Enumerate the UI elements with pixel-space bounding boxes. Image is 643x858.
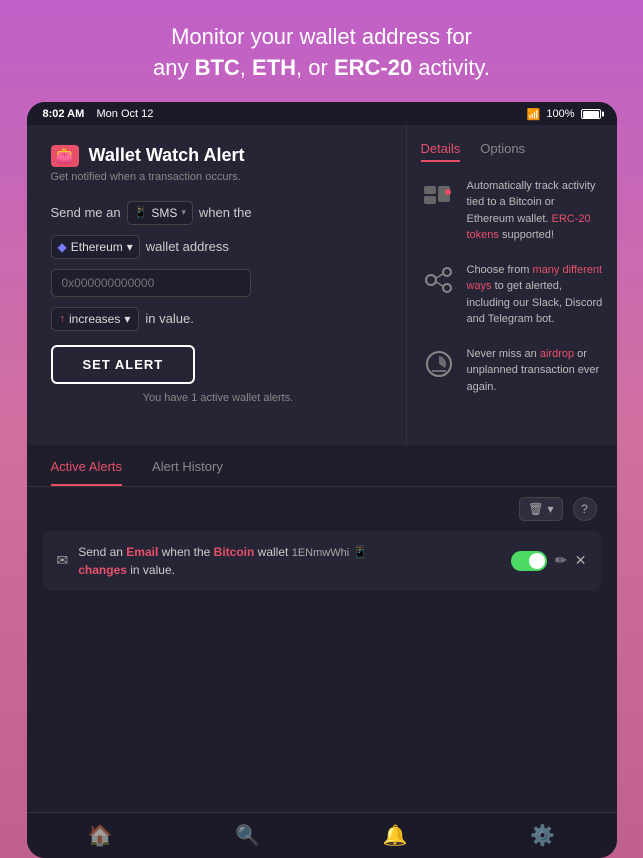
feature-icon-btc-eth <box>421 178 457 214</box>
increases-select[interactable]: ↑ increases ▾ <box>51 307 140 331</box>
wifi-icon: 📶 <box>527 108 541 121</box>
tab-alert-history[interactable]: Alert History <box>152 459 223 486</box>
increases-chevron: ▾ <box>124 312 130 326</box>
form-row-4: ↑ increases ▾ in value. <box>51 307 386 331</box>
nav-settings[interactable]: ⚙️ <box>530 823 555 848</box>
battery-bar <box>581 109 601 119</box>
lower-panel: Active Alerts Alert History 🗑 ▾ ? ✉ Send… <box>27 445 617 812</box>
header-eth: ETH <box>252 55 296 80</box>
sms-select[interactable]: 📱 SMS ▾ <box>127 201 193 225</box>
active-alerts-text: You have 1 active wallet alerts. <box>51 392 386 404</box>
feature-text-1: Automatically track activity tied to a B… <box>467 178 603 244</box>
alert-in-value-text: in value. <box>127 563 175 577</box>
wallet-icon <box>51 145 79 167</box>
battery-fill <box>583 111 599 118</box>
up-arrow-icon: ↑ <box>60 313 66 325</box>
alert-delete-btn[interactable]: ✕ <box>575 552 587 569</box>
address-input[interactable] <box>51 269 251 297</box>
header-erc20: ERC-20 <box>334 55 412 80</box>
status-date: Mon Oct 12 <box>97 108 154 120</box>
tab-active-alerts[interactable]: Active Alerts <box>51 459 123 486</box>
feature-text-3: Never miss an airdrop or unplanned trans… <box>467 346 603 396</box>
alert-changes-label: changes <box>78 563 127 577</box>
top-header: Monitor your wallet address for any BTC,… <box>113 0 530 102</box>
feature-item-3: Never miss an airdrop or unplanned trans… <box>421 346 603 396</box>
nav-alerts[interactable]: 🔔 <box>383 823 408 848</box>
delete-chevron: ▾ <box>547 502 553 516</box>
app-subtitle: Get notified when a transaction occurs. <box>51 171 386 183</box>
tab-details[interactable]: Details <box>421 141 461 162</box>
when-the-label: when the <box>199 205 252 220</box>
alert-when-text: when the <box>158 545 213 559</box>
battery-percent: 100% <box>546 108 574 120</box>
feature-item-1: Automatically track activity tied to a B… <box>421 178 603 244</box>
sms-chevron: ▾ <box>181 207 186 218</box>
set-alert-button[interactable]: SET ALERT <box>51 345 196 384</box>
send-label: Send me an <box>51 205 121 220</box>
feature-text-2: Choose from many different ways to get a… <box>467 262 603 328</box>
app-title: Wallet Watch Alert <box>89 145 245 166</box>
sms-icon: 📱 <box>134 206 148 219</box>
feature-icon-ways <box>421 262 457 298</box>
alert-icon-inline: 📱 <box>353 545 368 559</box>
alert-edit-btn[interactable]: ✏ <box>555 552 567 569</box>
header-line2-prefix: any <box>153 55 195 80</box>
alert-send-text: Send an <box>78 545 126 559</box>
form-row-2: ◆ Ethereum ▾ wallet address <box>51 235 386 259</box>
device-frame: 8:02 AM Mon Oct 12 📶 100% Wallet Watch A… <box>27 102 617 858</box>
alerts-toolbar: 🗑 ▾ ? <box>27 487 617 531</box>
in-value-label: in value. <box>145 311 193 326</box>
alert-controls: ✏ ✕ <box>511 551 586 571</box>
app-content: Wallet Watch Alert Get notified when a t… <box>27 125 617 858</box>
delete-toolbar-btn[interactable]: 🗑 ▾ <box>519 497 562 521</box>
wallet-address-label: wallet address <box>146 239 229 254</box>
ways-link[interactable]: many different ways <box>467 264 603 293</box>
alert-toggle[interactable] <box>511 551 547 571</box>
status-bar: 8:02 AM Mon Oct 12 📶 100% <box>27 102 617 125</box>
right-panel: Details Options Automatically track acti <box>407 125 617 445</box>
lower-tabs: Active Alerts Alert History <box>27 445 617 487</box>
nav-search[interactable]: 🔍 <box>235 823 260 848</box>
upper-panel: Wallet Watch Alert Get notified when a t… <box>27 125 617 445</box>
email-icon: ✉ <box>57 552 69 569</box>
eth-chevron: ▾ <box>127 240 133 254</box>
alert-email-label: Email <box>126 545 158 559</box>
delete-icon: 🗑 <box>528 502 543 516</box>
tab-options[interactable]: Options <box>480 141 525 162</box>
header-suffix: activity. <box>412 55 490 80</box>
left-panel: Wallet Watch Alert Get notified when a t… <box>27 125 407 445</box>
eth-select[interactable]: ◆ Ethereum ▾ <box>51 235 140 259</box>
alert-wallet-text: wallet <box>254 545 291 559</box>
bottom-nav: 🏠 🔍 🔔 ⚙️ <box>27 812 617 858</box>
alert-bitcoin-label: Bitcoin <box>214 545 255 559</box>
airdrop-link[interactable]: airdrop <box>540 348 574 360</box>
header-btc: BTC <box>195 55 240 80</box>
header-comma1: , <box>240 55 252 80</box>
status-time: 8:02 AM <box>43 108 85 120</box>
form-row-3 <box>51 269 386 297</box>
status-right: 📶 100% <box>527 108 601 121</box>
form-row-1: Send me an 📱 SMS ▾ when the <box>51 201 386 225</box>
eth-diamond-icon: ◆ <box>58 240 67 254</box>
status-time-date: 8:02 AM Mon Oct 12 <box>43 108 154 120</box>
feature-icon-chart <box>421 346 457 382</box>
sms-option-label: SMS <box>151 206 177 220</box>
eth-option-label: Ethereum <box>71 240 123 254</box>
header-line1: Monitor your wallet address for <box>171 24 472 49</box>
nav-home[interactable]: 🏠 <box>88 823 113 848</box>
feature-item-2: Choose from many different ways to get a… <box>421 262 603 328</box>
app-title-row: Wallet Watch Alert <box>51 145 386 167</box>
alert-address: 1ENmwWhi <box>292 547 349 559</box>
alert-item-text: Send an Email when the Bitcoin wallet 1E… <box>78 543 501 580</box>
help-button[interactable]: ? <box>573 497 597 521</box>
erc20-link[interactable]: ERC-20 tokens <box>467 213 591 242</box>
details-tabs: Details Options <box>421 141 603 162</box>
increases-label: increases <box>69 312 120 326</box>
header-comma2: , or <box>296 55 334 80</box>
alert-item: ✉ Send an Email when the Bitcoin wallet … <box>43 531 601 592</box>
